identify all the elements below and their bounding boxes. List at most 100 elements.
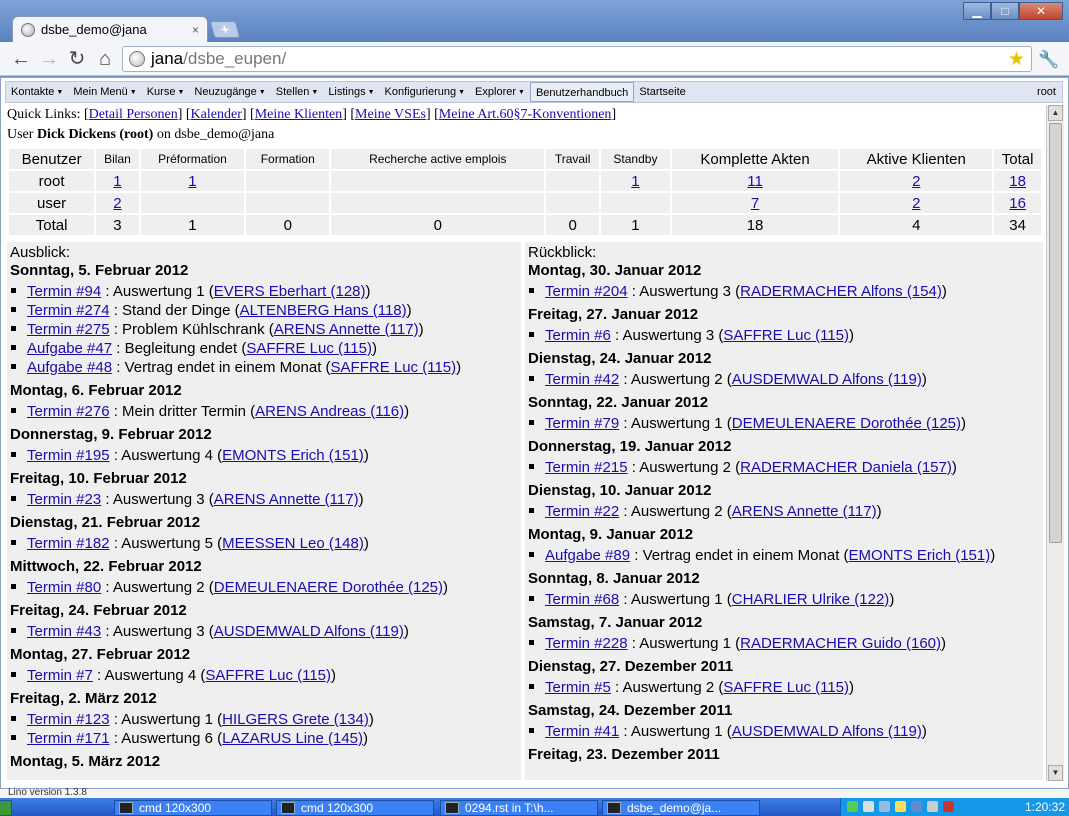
event-link[interactable]: Termin #43 bbox=[27, 623, 101, 640]
event-link[interactable]: Termin #215 bbox=[545, 459, 628, 476]
tray-icon[interactable] bbox=[911, 801, 922, 812]
client-link[interactable]: SAFFRE Luc (115) bbox=[723, 327, 849, 344]
menu-item-explorer[interactable]: Explorer ▼ bbox=[470, 82, 530, 102]
menu-item-listings[interactable]: Listings ▼ bbox=[323, 82, 379, 102]
scroll-down-icon[interactable]: ▼ bbox=[1048, 765, 1063, 781]
minimize-button[interactable]: ▁ bbox=[963, 2, 991, 20]
scroll-up-icon[interactable]: ▲ bbox=[1048, 105, 1063, 121]
tray-icon[interactable] bbox=[879, 801, 890, 812]
start-button[interactable] bbox=[0, 800, 12, 816]
event-link[interactable]: Termin #182 bbox=[27, 535, 110, 552]
forward-arrow-icon[interactable]: → bbox=[38, 48, 60, 70]
menu-item-benutzerhandbuch[interactable]: Benutzerhandbuch bbox=[529, 82, 635, 102]
client-link[interactable]: RADERMACHER Daniela (157) bbox=[740, 459, 952, 476]
quick-link[interactable]: Kalender bbox=[191, 107, 242, 122]
client-link[interactable]: EVERS Eberhart (128) bbox=[214, 283, 366, 300]
browser-tab[interactable]: dsbe_demo@jana × bbox=[12, 16, 208, 42]
menu-item-startseite[interactable]: Startseite bbox=[634, 82, 690, 102]
back-arrow-icon[interactable]: ← bbox=[10, 48, 32, 70]
client-link[interactable]: EMONTS Erich (151) bbox=[849, 547, 991, 564]
menu-item-kurse[interactable]: Kurse ▼ bbox=[142, 82, 190, 102]
client-link[interactable]: MEESSEN Leo (148) bbox=[222, 535, 364, 552]
event-link[interactable]: Termin #228 bbox=[545, 635, 628, 652]
stats-count-link[interactable]: 2 bbox=[912, 195, 920, 212]
quick-link[interactable]: Detail Personen bbox=[89, 107, 178, 122]
client-link[interactable]: SAFFRE Luc (115) bbox=[246, 340, 372, 357]
client-link[interactable]: ARENS Annette (117) bbox=[214, 491, 359, 508]
event-link[interactable]: Termin #42 bbox=[545, 371, 619, 388]
stats-count-link[interactable]: 1 bbox=[113, 173, 121, 190]
home-icon[interactable]: ⌂ bbox=[94, 48, 116, 70]
event-link[interactable]: Aufgabe #47 bbox=[27, 340, 112, 357]
client-link[interactable]: SAFFRE Luc (115) bbox=[205, 667, 331, 684]
client-link[interactable]: LAZARUS Line (145) bbox=[222, 730, 363, 747]
client-link[interactable]: CHARLIER Ulrike (122) bbox=[732, 591, 890, 608]
client-link[interactable]: EMONTS Erich (151) bbox=[222, 447, 364, 464]
tray-icon[interactable] bbox=[943, 801, 954, 812]
event-link[interactable]: Aufgabe #48 bbox=[27, 359, 112, 376]
event-link[interactable]: Termin #123 bbox=[27, 711, 110, 728]
event-link[interactable]: Termin #276 bbox=[27, 403, 110, 420]
event-link[interactable]: Termin #7 bbox=[27, 667, 93, 684]
client-link[interactable]: DEMEULENAERE Dorothée (125) bbox=[732, 415, 961, 432]
address-bar[interactable]: jana/dsbe_eupen/ ★ bbox=[122, 46, 1032, 72]
taskbar-button[interactable]: cmd 120x300 bbox=[276, 800, 434, 816]
tray-icon[interactable] bbox=[847, 801, 858, 812]
stats-count-link[interactable]: 2 bbox=[113, 195, 121, 212]
menu-item-neuzug-nge[interactable]: Neuzugänge ▼ bbox=[189, 82, 270, 102]
client-link[interactable]: RADERMACHER Alfons (154) bbox=[740, 283, 942, 300]
event-link[interactable]: Termin #80 bbox=[27, 579, 101, 596]
client-link[interactable]: AUSDEMWALD Alfons (119) bbox=[732, 723, 922, 740]
quick-link[interactable]: Meine Art.60§7-Konventionen bbox=[439, 107, 612, 122]
stats-count-link[interactable]: 1 bbox=[631, 173, 639, 190]
close-window-button[interactable]: ✕ bbox=[1019, 2, 1063, 20]
tab-close-icon[interactable]: × bbox=[192, 23, 199, 37]
event-link[interactable]: Termin #274 bbox=[27, 302, 110, 319]
client-link[interactable]: RADERMACHER Guido (160) bbox=[740, 635, 941, 652]
client-link[interactable]: SAFFRE Luc (115) bbox=[331, 359, 457, 376]
menu-item-mein-men-[interactable]: Mein Menü ▼ bbox=[68, 82, 141, 102]
maximize-button[interactable]: □ bbox=[991, 2, 1019, 20]
quick-link[interactable]: Meine VSEs bbox=[355, 107, 426, 122]
taskbar-button[interactable]: cmd 120x300 bbox=[114, 800, 272, 816]
tray-icon[interactable] bbox=[927, 801, 938, 812]
menu-item-stellen[interactable]: Stellen ▼ bbox=[271, 82, 324, 102]
event-link[interactable]: Termin #6 bbox=[545, 327, 611, 344]
event-link[interactable]: Termin #171 bbox=[27, 730, 110, 747]
stats-count-link[interactable]: 1 bbox=[188, 173, 196, 190]
event-link[interactable]: Termin #275 bbox=[27, 321, 110, 338]
stats-count-link[interactable]: 18 bbox=[1009, 173, 1026, 190]
scroll-thumb[interactable] bbox=[1049, 123, 1062, 543]
event-link[interactable]: Termin #68 bbox=[545, 591, 619, 608]
bookmark-star-icon[interactable]: ★ bbox=[1008, 48, 1025, 71]
taskbar-button[interactable]: dsbe_demo@ja... bbox=[602, 800, 760, 816]
menu-item-kontakte[interactable]: Kontakte ▼ bbox=[6, 82, 68, 102]
client-link[interactable]: ARENS Andreas (116) bbox=[255, 403, 404, 420]
client-link[interactable]: AUSDEMWALD Alfons (119) bbox=[214, 623, 404, 640]
event-link[interactable]: Termin #23 bbox=[27, 491, 101, 508]
stats-count-link[interactable]: 2 bbox=[912, 173, 920, 190]
client-link[interactable]: AUSDEMWALD Alfons (119) bbox=[732, 371, 922, 388]
reload-icon[interactable]: ↻ bbox=[66, 48, 88, 70]
event-link[interactable]: Termin #41 bbox=[545, 723, 619, 740]
client-link[interactable]: ARENS Annette (117) bbox=[732, 503, 877, 520]
quick-link[interactable]: Meine Klienten bbox=[255, 107, 342, 122]
stats-count-link[interactable]: 16 bbox=[1009, 195, 1026, 212]
event-link[interactable]: Termin #22 bbox=[545, 503, 619, 520]
new-tab-button[interactable]: + bbox=[209, 21, 241, 38]
event-link[interactable]: Termin #94 bbox=[27, 283, 101, 300]
event-link[interactable]: Termin #79 bbox=[545, 415, 619, 432]
event-link[interactable]: Termin #195 bbox=[27, 447, 110, 464]
tray-icon[interactable] bbox=[863, 801, 874, 812]
taskbar-button[interactable]: 0294.rst in T:\h... bbox=[440, 800, 598, 816]
event-link[interactable]: Termin #204 bbox=[545, 283, 628, 300]
stats-count-link[interactable]: 7 bbox=[751, 195, 759, 212]
stats-count-link[interactable]: 11 bbox=[747, 173, 763, 190]
client-link[interactable]: DEMEULENAERE Dorothée (125) bbox=[214, 579, 443, 596]
event-link[interactable]: Termin #5 bbox=[545, 679, 611, 696]
event-link[interactable]: Aufgabe #89 bbox=[545, 547, 630, 564]
client-link[interactable]: ALTENBERG Hans (118) bbox=[240, 302, 407, 319]
wrench-icon[interactable]: 🔧 bbox=[1038, 50, 1059, 70]
client-link[interactable]: ARENS Annette (117) bbox=[274, 321, 419, 338]
menu-item-konfigurierung[interactable]: Konfigurierung ▼ bbox=[380, 82, 471, 102]
